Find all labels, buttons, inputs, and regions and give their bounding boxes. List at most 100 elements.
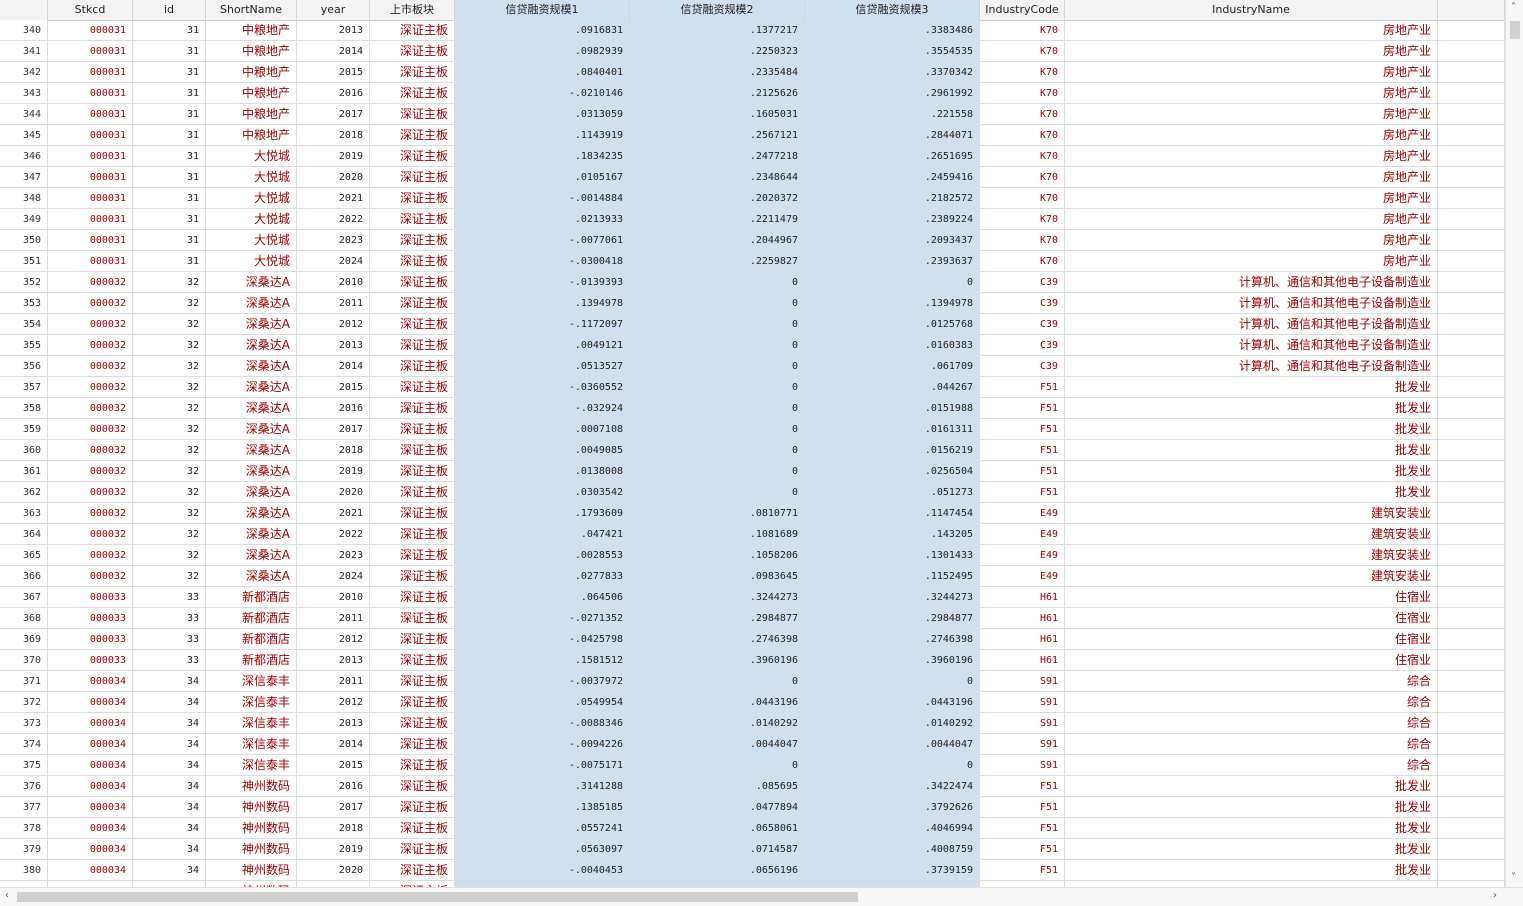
cell-s3[interactable]: .1394978 xyxy=(805,293,980,314)
cell-year[interactable]: 2024 xyxy=(297,566,370,587)
cell-s1[interactable]: .0557241 xyxy=(455,818,630,839)
cell-board[interactable]: 深证主板 xyxy=(370,314,455,335)
cell-board[interactable]: 深证主板 xyxy=(370,419,455,440)
cell-stkcd[interactable]: 000031 xyxy=(48,125,133,146)
cell-shortname[interactable]: 新都酒店 xyxy=(206,629,297,650)
cell-year[interactable]: 2012 xyxy=(297,692,370,713)
cell-stkcd[interactable]: 000034 xyxy=(48,776,133,797)
column-header-stkcd[interactable]: Stkcd xyxy=(48,0,133,20)
cell-industryname[interactable]: 综合 xyxy=(1065,671,1438,692)
cell-industrycode[interactable]: S91 xyxy=(980,755,1065,776)
cell-s1[interactable]: .1394978 xyxy=(455,293,630,314)
cell-s3[interactable]: .2651695 xyxy=(805,146,980,167)
cell-stkcd[interactable]: 000031 xyxy=(48,62,133,83)
cell-industrycode[interactable]: H61 xyxy=(980,587,1065,608)
cell-s2[interactable]: .2746398 xyxy=(630,629,805,650)
cell-industryname[interactable]: 房地产业 xyxy=(1065,188,1438,209)
cell-extra[interactable] xyxy=(1438,41,1505,62)
cell-extra[interactable] xyxy=(1438,629,1505,650)
cell-stkcd[interactable]: 000031 xyxy=(48,146,133,167)
cell-s3[interactable]: .3554535 xyxy=(805,41,980,62)
cell-id[interactable]: 34 xyxy=(133,797,206,818)
cell-s1[interactable]: .0840401 xyxy=(455,62,630,83)
cell-industryname[interactable]: 房地产业 xyxy=(1065,125,1438,146)
cell-shortname[interactable]: 大悦城 xyxy=(206,209,297,230)
cell-s1[interactable]: .1793609 xyxy=(455,503,630,524)
cell-extra[interactable] xyxy=(1438,545,1505,566)
cell-board[interactable]: 深证主板 xyxy=(370,188,455,209)
cell-board[interactable]: 深证主板 xyxy=(370,587,455,608)
cell-s2[interactable]: 0 xyxy=(630,755,805,776)
horizontal-scroll-thumb[interactable] xyxy=(17,892,858,902)
cell-stkcd[interactable]: 000031 xyxy=(48,41,133,62)
cell-industrycode[interactable]: F51 xyxy=(980,797,1065,818)
cell-shortname[interactable]: 大悦城 xyxy=(206,230,297,251)
cell-s1[interactable]: .3141288 xyxy=(455,776,630,797)
cell-s3[interactable]: .0256504 xyxy=(805,461,980,482)
cell-shortname[interactable]: 深桑达A xyxy=(206,419,297,440)
cell-shortname[interactable]: 大悦城 xyxy=(206,146,297,167)
cell-board[interactable]: 深证主板 xyxy=(370,167,455,188)
cell-extra[interactable] xyxy=(1438,587,1505,608)
scroll-left-arrow-icon[interactable]: ‹ xyxy=(5,890,9,902)
cell-extra[interactable] xyxy=(1438,524,1505,545)
cell-s1[interactable]: .1834235 xyxy=(455,146,630,167)
column-header-s2[interactable]: 信贷融资规模2 xyxy=(630,0,805,20)
cell-year[interactable]: 2022 xyxy=(297,524,370,545)
cell-s3[interactable]: .221558 xyxy=(805,104,980,125)
cell-s2[interactable]: .1058206 xyxy=(630,545,805,566)
cell-id[interactable]: 32 xyxy=(133,377,206,398)
cell-id[interactable]: 34 xyxy=(133,818,206,839)
cell-stkcd[interactable]: 000031 xyxy=(48,251,133,272)
cell-stkcd[interactable]: 000031 xyxy=(48,188,133,209)
cell-id[interactable]: 33 xyxy=(133,650,206,671)
cell-s1[interactable]: -.0014884 xyxy=(455,188,630,209)
cell-s3[interactable]: .061709 xyxy=(805,356,980,377)
cell-s2[interactable]: .2044967 xyxy=(630,230,805,251)
cell-industrycode[interactable]: C39 xyxy=(980,314,1065,335)
cell-extra[interactable] xyxy=(1438,713,1505,734)
cell-shortname[interactable]: 新都酒店 xyxy=(206,608,297,629)
cell-s1[interactable]: .0982939 xyxy=(455,41,630,62)
cell-s3[interactable]: .3792626 xyxy=(805,797,980,818)
cell-year[interactable]: 2010 xyxy=(297,272,370,293)
cell-industrycode[interactable]: F51 xyxy=(980,839,1065,860)
cell-industryname[interactable]: 综合 xyxy=(1065,692,1438,713)
cell-s3[interactable]: .3422474 xyxy=(805,776,980,797)
cell-industryname[interactable]: 批发业 xyxy=(1065,839,1438,860)
cell-s2[interactable]: 0 xyxy=(630,377,805,398)
cell-industryname[interactable]: 住宿业 xyxy=(1065,650,1438,671)
scroll-up-arrow-icon[interactable]: ˄ xyxy=(1511,2,1516,14)
cell-shortname[interactable]: 深桑达A xyxy=(206,461,297,482)
cell-board[interactable]: 深证主板 xyxy=(370,734,455,755)
cell-id[interactable]: 31 xyxy=(133,209,206,230)
cell-id[interactable]: 34 xyxy=(133,671,206,692)
cell-year[interactable]: 2024 xyxy=(297,251,370,272)
cell-id[interactable]: 34 xyxy=(133,860,206,881)
cell-industrycode[interactable]: K70 xyxy=(980,125,1065,146)
cell-shortname[interactable]: 深信泰丰 xyxy=(206,713,297,734)
cell-industrycode[interactable]: K70 xyxy=(980,104,1065,125)
cell-industrycode[interactable]: F51 xyxy=(980,440,1065,461)
cell-industrycode[interactable]: S91 xyxy=(980,734,1065,755)
cell-industrycode[interactable]: K70 xyxy=(980,209,1065,230)
cell-industrycode[interactable]: E49 xyxy=(980,545,1065,566)
cell-year[interactable]: 2013 xyxy=(297,650,370,671)
cell-shortname[interactable]: 新都酒店 xyxy=(206,587,297,608)
cell-s2[interactable]: .2259827 xyxy=(630,251,805,272)
cell-s1[interactable]: .0028553 xyxy=(455,545,630,566)
cell-stkcd[interactable]: 000031 xyxy=(48,20,133,41)
cell-industryname[interactable]: 批发业 xyxy=(1065,797,1438,818)
cell-s2[interactable]: 0 xyxy=(630,461,805,482)
cell-s3[interactable]: .2984877 xyxy=(805,608,980,629)
cell-industrycode[interactable]: C39 xyxy=(980,293,1065,314)
cell-industrycode[interactable]: E49 xyxy=(980,566,1065,587)
cell-year[interactable]: 2010 xyxy=(297,587,370,608)
data-editor-grid[interactable]: Stkcd id ShortName year 上市板块 信贷融资规模1 信贷融资规模2 信贷… xyxy=(0,0,1505,887)
cell-industryname[interactable]: 房地产业 xyxy=(1065,104,1438,125)
cell-s2[interactable]: .2348644 xyxy=(630,167,805,188)
vertical-scroll-thumb[interactable] xyxy=(1510,21,1520,39)
cell-s1[interactable]: .0916831 xyxy=(455,20,630,41)
cell-s2[interactable]: 0 xyxy=(630,440,805,461)
cell-board[interactable]: 深证主板 xyxy=(370,377,455,398)
